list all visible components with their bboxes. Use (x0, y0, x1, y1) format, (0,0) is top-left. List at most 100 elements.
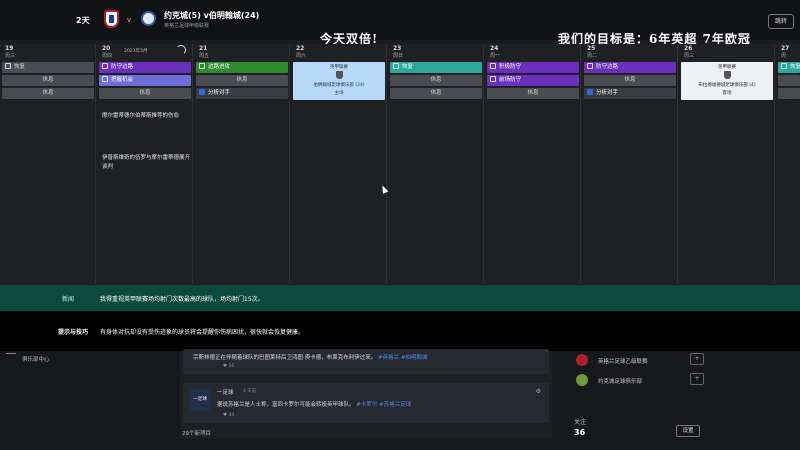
weekday: 周一 (490, 53, 501, 59)
session-bar[interactable]: 恢复 (2, 62, 94, 73)
follow-item-name: 约克城足球俱乐部 (598, 379, 643, 385)
weekday: 周日 (393, 53, 404, 59)
news-label: 新闻 (62, 296, 75, 303)
match-card[interactable]: 英甲联赛 布拉德福德城足球俱乐部 (4) 客场 (681, 62, 773, 100)
match-title[interactable]: 约克城(5) v伯明翰城(24) (164, 10, 259, 21)
home-crest-icon (104, 10, 119, 28)
sidebar: 俱乐部中心 (0, 351, 160, 450)
match-card[interactable]: 英甲联赛 伯明翰城足球俱乐部 (24) 主场 (293, 62, 385, 100)
day-number: 24 (490, 45, 499, 52)
calendar-day-19[interactable]: 19 周三 恢复 休息 休息 (0, 44, 96, 284)
month-label: 2023年3月 (124, 49, 148, 54)
follow-count: 36 (574, 428, 586, 437)
session-bar (778, 88, 800, 99)
session-bar[interactable]: 休息 (2, 75, 94, 86)
follow-label: 关注 (574, 419, 587, 426)
weekday: 周三 (684, 53, 695, 59)
session-bar[interactable]: 休息 (487, 88, 579, 99)
session-bar[interactable]: 前场防守 (487, 75, 579, 86)
session-bar[interactable]: 休息 (196, 75, 288, 86)
day-number: 23 (393, 45, 402, 52)
day-number: 27 (781, 45, 790, 52)
calendar-day-26[interactable]: 26 周三 英甲联赛 布拉德福德城足球俱乐部 (4) 客场 (679, 44, 775, 284)
session-bar[interactable]: 防守边路 (99, 62, 191, 73)
analysis-icon (587, 89, 593, 95)
post-author[interactable]: 一足球 (217, 388, 234, 396)
calendar-day-25[interactable]: 25 周二 防守边路 休息 分析对手 (582, 44, 678, 284)
weekday: 周 (781, 53, 787, 59)
session-bar[interactable]: 分析对手 (584, 88, 676, 99)
session-bar[interactable]: 休息 (390, 88, 482, 99)
day-number: 20 (102, 45, 111, 52)
session-bar[interactable]: 恢复 (778, 62, 800, 73)
match-opponent: 伯明翰城足球俱乐部 (24) (313, 83, 365, 88)
day-number: 21 (199, 45, 208, 52)
calendar-day-24[interactable]: 24 周一 积极防守 前场防守 休息 (485, 44, 581, 284)
recovery-icon (393, 63, 399, 69)
follow-item-name: 英格兰足球乙级联赛 (598, 359, 648, 365)
session-bar[interactable]: 休息 (99, 88, 191, 99)
post-tags: #卡罗尔 #苏格兰足球 (356, 402, 412, 408)
session-bar (778, 75, 800, 86)
feed-post[interactable]: 宗斯林德正在伴随着球队的巴图莱特后卫鸿图·庚卡德，布莱克布利伊过来。 #英格兰 … (183, 349, 549, 374)
session-bar[interactable]: 休息 (2, 88, 94, 99)
match-competition: 英甲联赛 (718, 65, 736, 70)
club-crest-icon (576, 374, 588, 386)
match-opponent: 布拉德福德城足球俱乐部 (4) (698, 83, 756, 88)
follow-button[interactable]: + (690, 353, 704, 365)
like-count[interactable]: ♥ 16 (223, 364, 234, 369)
more-options-icon[interactable]: ⚙ (536, 388, 541, 395)
sidebar-item-club-center[interactable]: 俱乐部中心 (22, 355, 50, 363)
session-bar[interactable]: 边路进攻 (196, 62, 288, 73)
menu-icon[interactable] (6, 353, 16, 357)
analysis-icon (199, 89, 205, 95)
session-bar[interactable]: 休息 (584, 75, 676, 86)
loading-icon (176, 45, 186, 55)
defense-icon (490, 63, 496, 69)
weekday: 周二 (587, 53, 598, 59)
calendar-note[interactable]: 伊普斯维奇的伍罗与摩尔雷蒂德展开谈判 (102, 154, 194, 172)
press-icon (490, 76, 496, 82)
new-items-count[interactable]: 29个新项目 (182, 429, 211, 437)
bottom-area: 俱乐部中心 宗斯林德正在伴随着球队的巴图莱特后卫鸿图·庚卡德，布莱克布利伊过来。… (0, 349, 800, 450)
calendar-day-23[interactable]: 23 周日 恢复 休息 休息 (388, 44, 484, 284)
weekday: 周五 (199, 53, 210, 59)
tips-label: 提示与技巧 (58, 329, 89, 336)
follow-item[interactable]: 英格兰足球乙级联赛 + (574, 353, 704, 369)
feed-post[interactable]: 一足球 一足球 4 天前 据说苏格兰是人士称，富同卡罗尔可能会转投英甲球队。 #… (183, 383, 549, 423)
days-to-match: 2天 (76, 16, 90, 25)
league-crest-icon (576, 354, 588, 366)
follow-item[interactable]: 约克城足球俱乐部 + (574, 373, 704, 389)
news-text: 我得重视英甲联赛场均射门次数最高的球队，场均射门15次。 (100, 296, 264, 303)
vs-label: v (127, 16, 132, 24)
recovery-icon (781, 63, 787, 69)
session-bar[interactable]: 防守边路 (584, 62, 676, 73)
session-bar[interactable]: 分析对手 (196, 88, 288, 99)
follow-button[interactable]: + (690, 373, 704, 385)
day-number: 26 (684, 45, 693, 52)
post-text: 据说苏格兰是人士称，富同卡罗尔可能会转投英甲球队。 #卡罗尔 #苏格兰足球 (217, 402, 412, 408)
opponent-crest-icon (335, 71, 343, 79)
session-bar[interactable]: 把握机会 (99, 75, 191, 86)
weekday: 周六 (296, 53, 307, 59)
tips-text: 有身体对抗却没有受伤迹象的球员将会提醒你伤病困扰，很快就会恢复健康。 (100, 329, 305, 336)
weekday: 周三 (5, 53, 16, 59)
post-time: 4 天前 (243, 389, 257, 394)
calendar-note[interactable]: 摩尔雷蒂德尔伯蒂斯推荐的伤愈 (102, 112, 194, 121)
opponent-crest-icon (723, 71, 731, 79)
session-bar[interactable]: 恢复 (390, 62, 482, 73)
defense-icon (102, 63, 108, 69)
news-ticker[interactable]: 新闻 我得重视英甲联赛场均射门次数最高的球队，场均射门15次。 (0, 285, 800, 311)
jump-button[interactable]: 跳转 (768, 14, 794, 29)
session-bar[interactable]: 积极防守 (487, 62, 579, 73)
calendar-day-27[interactable]: 27 周 恢复 (776, 44, 800, 284)
settings-button[interactable]: 设置 (676, 425, 700, 437)
day-number: 25 (587, 45, 596, 52)
tips-banner: 提示与技巧 有身体对抗却没有受伤迹象的球员将会提醒你伤病困扰，很快就会恢复健康。 (0, 311, 800, 351)
session-bar[interactable]: 休息 (390, 75, 482, 86)
calendar-day-22[interactable]: 22 周六 英甲联赛 伯明翰城足球俱乐部 (24) 主场 (291, 44, 387, 284)
day-number: 22 (296, 45, 305, 52)
calendar-day-21[interactable]: 21 周五 边路进攻 休息 分析对手 (194, 44, 290, 284)
like-count[interactable]: ♥ 44 (223, 413, 234, 418)
defense-icon (587, 63, 593, 69)
